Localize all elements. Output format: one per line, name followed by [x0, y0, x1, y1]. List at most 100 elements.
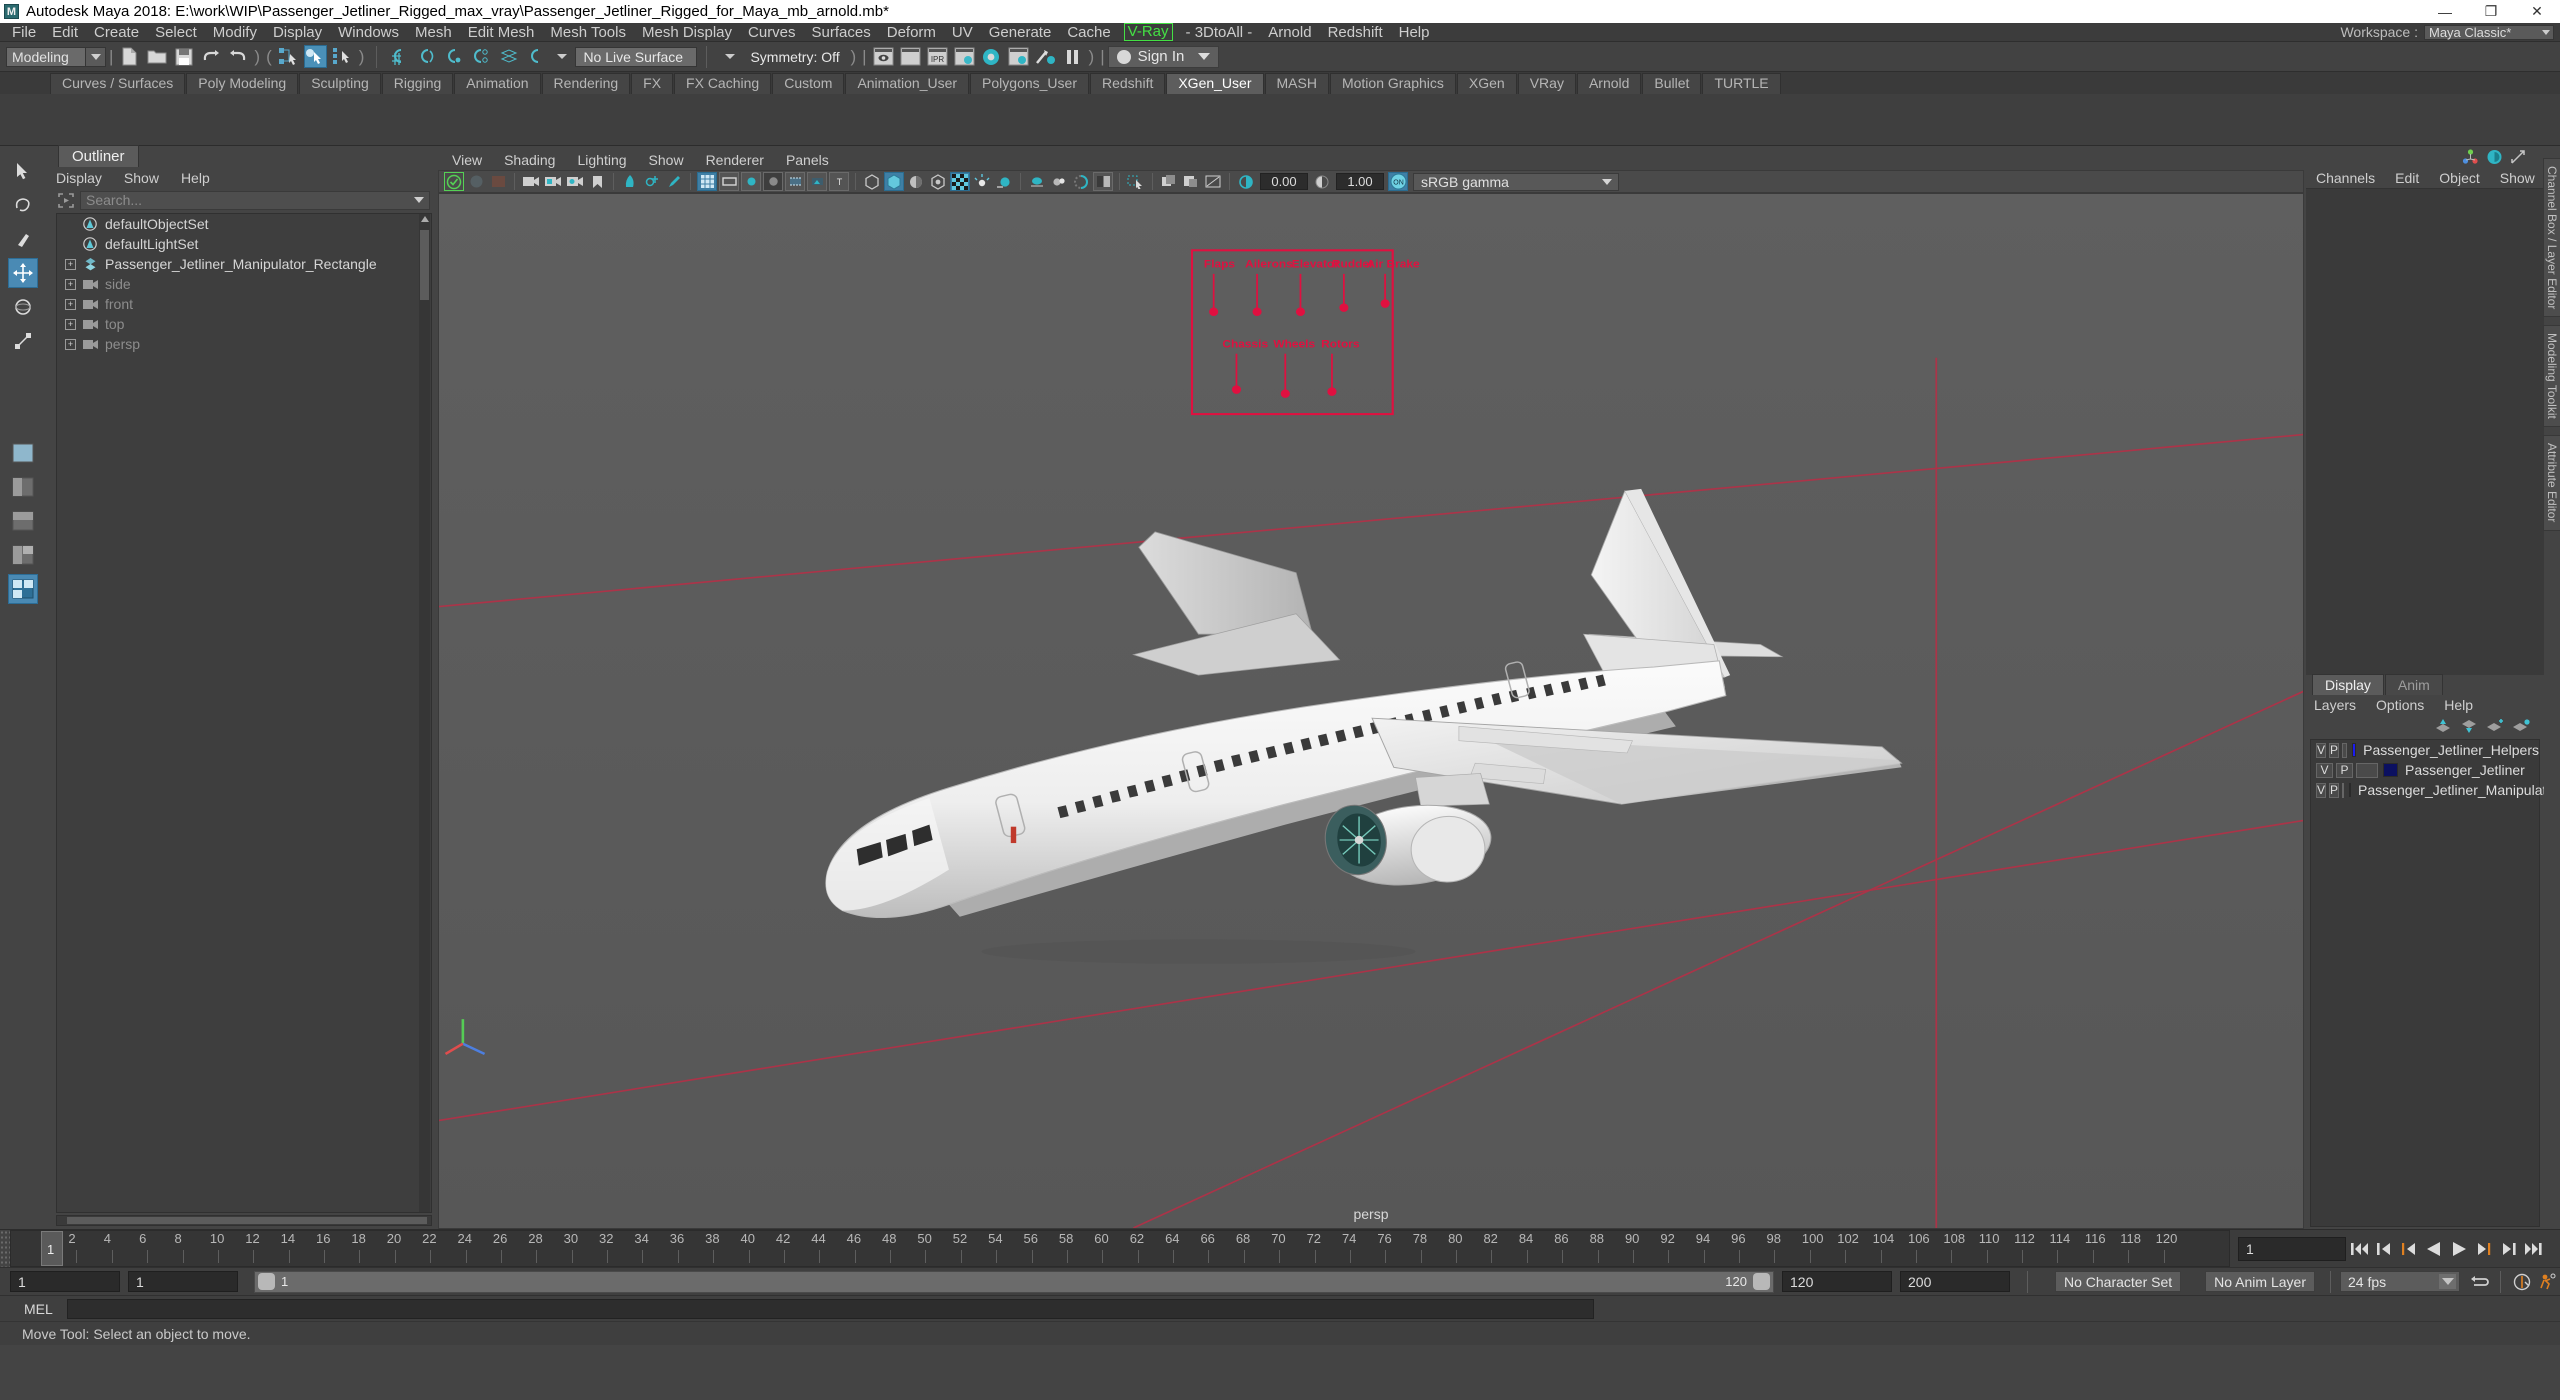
depth-of-field-icon[interactable]: [1049, 172, 1069, 191]
menu-file[interactable]: File: [4, 23, 44, 42]
auto-keyframe-icon[interactable]: [2511, 1270, 2535, 1294]
menu-deform[interactable]: Deform: [879, 23, 944, 42]
range-handle-right[interactable]: [1753, 1273, 1770, 1290]
camera-icon[interactable]: [521, 172, 541, 191]
xray-mode-icon[interactable]: [884, 172, 904, 191]
move-layer-up-icon[interactable]: [2433, 718, 2452, 734]
expand-toggle-icon[interactable]: +: [65, 338, 76, 350]
layer-playback-toggle[interactable]: P: [2329, 782, 2340, 798]
current-frame-field[interactable]: 1: [2238, 1236, 2346, 1261]
anim-layer-chevron-down-icon[interactable]: [2187, 1281, 2201, 1283]
snap-curve-icon[interactable]: [415, 45, 438, 68]
maximize-button[interactable]: ❐: [2468, 0, 2514, 23]
menu-display[interactable]: Display: [265, 23, 330, 42]
shelf-tab-polygons-user[interactable]: Polygons_User: [970, 73, 1089, 94]
step-back-frame-icon[interactable]: [2397, 1237, 2421, 1261]
timeline-track[interactable]: 1 2 4 6 8 10 12 14 16 18 20 22 24 26 28 30 32 34 36 38 40 42…: [10, 1230, 2230, 1267]
exposure-icon[interactable]: [1236, 172, 1256, 191]
menu-cache[interactable]: Cache: [1059, 23, 1118, 42]
menu-edit-mesh[interactable]: Edit Mesh: [460, 23, 543, 42]
shelf-tab-animation-user[interactable]: Animation_User: [845, 73, 970, 94]
exposure-field[interactable]: 0.00: [1260, 173, 1308, 190]
menu-set-selector[interactable]: Modeling: [6, 46, 86, 67]
display-layer-row[interactable]: V P Passenger_Jetliner_Manipulator: [2311, 780, 2559, 800]
menu-redshift[interactable]: Redshift: [1320, 23, 1391, 42]
shelf-tab-arnold[interactable]: Arnold: [1576, 73, 1642, 94]
edit-menu[interactable]: Edit: [2395, 170, 2419, 186]
shelf-tab-poly-modeling[interactable]: Poly Modeling: [186, 73, 299, 94]
layer-help-menu[interactable]: Help: [2444, 697, 2473, 713]
layout-single-view-icon[interactable]: [8, 438, 38, 468]
close-button[interactable]: ✕: [2514, 0, 2560, 23]
layout-four-panes-icon[interactable]: [8, 574, 38, 604]
play-forwards-icon[interactable]: [2447, 1237, 2471, 1261]
layer-visibility-toggle[interactable]: V: [2316, 762, 2333, 778]
shelf-tab-xgen[interactable]: XGen: [1456, 73, 1517, 94]
layout-two-panes-side-icon[interactable]: [8, 472, 38, 502]
layer-display-type-toggle[interactable]: [2342, 742, 2348, 758]
menu-set-chevron-down-icon[interactable]: [86, 46, 106, 67]
move-tool-icon[interactable]: [8, 258, 38, 288]
panel-copy-icon[interactable]: [1159, 172, 1179, 191]
character-set-chevron-down-icon[interactable]: [2037, 1281, 2051, 1283]
channel-box-content[interactable]: [2306, 188, 2544, 675]
outliner-vertical-scrollbar[interactable]: [419, 214, 430, 1212]
xray-joints-icon[interactable]: [906, 172, 926, 191]
go-to-start-icon[interactable]: [2347, 1237, 2371, 1261]
viewport-menu-lighting[interactable]: Lighting: [577, 152, 626, 168]
layer-color-swatch[interactable]: [2352, 743, 2357, 757]
step-back-keyframe-icon[interactable]: [2372, 1237, 2396, 1261]
light-toggle-icon[interactable]: [972, 172, 992, 191]
menu-3dtoall[interactable]: - 3DtoAll -: [1178, 23, 1261, 42]
paint-select-tool-icon[interactable]: [8, 224, 38, 254]
tab-anim-layers[interactable]: Anim: [2384, 674, 2443, 695]
viewport-canvas[interactable]: Flaps Ailerons Elevator Rudder Air Brake…: [438, 193, 2304, 1229]
shelf-tab-xgen-user[interactable]: XGen_User: [1166, 73, 1264, 94]
grid-toggle-icon[interactable]: [697, 172, 717, 191]
tab-display-layers[interactable]: Display: [2312, 674, 2384, 695]
display-layer-row[interactable]: V P Passenger_Jetliner_Helpers: [2311, 740, 2539, 760]
panel-restore-icon[interactable]: [1203, 172, 1223, 191]
wireframe-on-shaded-icon[interactable]: [741, 172, 761, 191]
outliner-horizontal-scrollbar[interactable]: [56, 1215, 432, 1226]
menu-vray[interactable]: V-Ray: [1123, 23, 1173, 41]
vtab-modeling-toolkit[interactable]: Modeling Toolkit: [2543, 325, 2560, 428]
bookmark-sphere-icon[interactable]: [466, 172, 486, 191]
viewport-menu-shading[interactable]: Shading: [504, 152, 555, 168]
menu-edit[interactable]: Edit: [44, 23, 86, 42]
scrollbar-thumb[interactable]: [420, 230, 429, 300]
minimize-button[interactable]: —: [2422, 0, 2468, 23]
snap-point-icon[interactable]: [442, 45, 465, 68]
shelf-tab-bullet[interactable]: Bullet: [1642, 73, 1702, 94]
step-forward-frame-icon[interactable]: [2472, 1237, 2496, 1261]
vtab-channel-box-layer-editor[interactable]: Channel Box / Layer Editor: [2543, 158, 2560, 318]
use-all-lights-icon[interactable]: [807, 172, 827, 191]
layer-playback-toggle[interactable]: P: [2329, 742, 2340, 758]
select-tool-icon[interactable]: [8, 156, 38, 186]
outliner-item[interactable]: defaultLightSet: [57, 234, 431, 254]
hypershade-icon[interactable]: [980, 45, 1003, 68]
smooth-shade-all-icon[interactable]: [763, 172, 783, 191]
lasso-tool-icon[interactable]: [8, 190, 38, 220]
menu-uv[interactable]: UV: [944, 23, 981, 42]
film-gate-icon[interactable]: [719, 172, 739, 191]
command-input[interactable]: [66, 1298, 1594, 1319]
animation-start-time-field[interactable]: 1: [10, 1271, 120, 1292]
motion-blur-icon[interactable]: [1027, 172, 1047, 191]
outliner-item[interactable]: + side: [57, 274, 431, 294]
playback-speed-selector[interactable]: 24 fps: [2340, 1271, 2460, 1292]
menu-generate[interactable]: Generate: [981, 23, 1060, 42]
menu-curves[interactable]: Curves: [740, 23, 804, 42]
expand-toggle-icon[interactable]: +: [65, 278, 76, 290]
snap-grid-icon[interactable]: [388, 45, 411, 68]
outliner-item[interactable]: + top: [57, 314, 431, 334]
channels-menu[interactable]: Channels: [2316, 170, 2375, 186]
shelf-tab-vray[interactable]: VRay: [1517, 73, 1576, 94]
expand-toggle-icon[interactable]: +: [65, 298, 76, 310]
shelf-tab-motion-graphics[interactable]: Motion Graphics: [1329, 73, 1456, 94]
shelf-tab-fx[interactable]: FX: [631, 73, 674, 94]
command-language-label[interactable]: MEL: [10, 1301, 67, 1317]
shelf-tab-sculpting[interactable]: Sculpting: [299, 73, 381, 94]
snap-view-plane-icon[interactable]: [496, 45, 519, 68]
layout-three-panes-icon[interactable]: [8, 540, 38, 570]
